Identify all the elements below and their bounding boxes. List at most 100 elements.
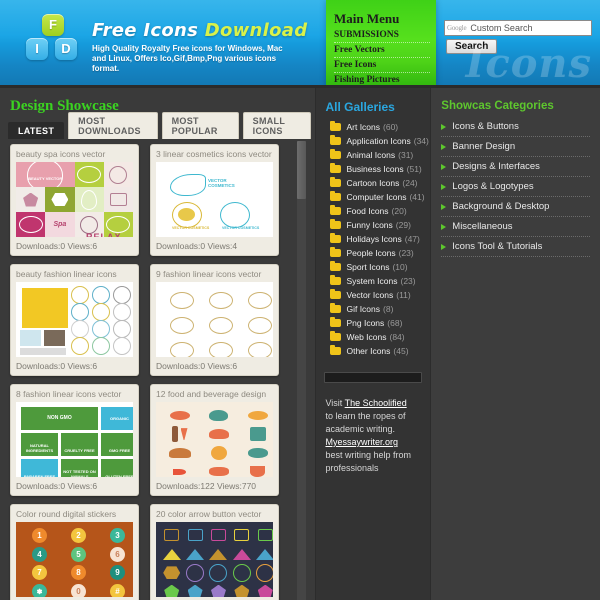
card-title: 20 color arrow button vector bbox=[156, 509, 262, 519]
category-item-designs-interfaces[interactable]: Designs & Interfaces bbox=[441, 157, 590, 177]
gallery-item-count: (68) bbox=[387, 318, 403, 328]
gallery-item-label: Other Icons bbox=[346, 346, 391, 356]
gallery-item-count: (51) bbox=[406, 164, 422, 174]
gallery-item-png-icons[interactable]: Png Icons (68) bbox=[316, 316, 430, 330]
gallery-grid: beauty spa icons vector BEAUTY VECTOR Sp… bbox=[0, 141, 308, 600]
gallery-card[interactable]: Color round digital stickers 1 2 3 4 5 6… bbox=[10, 504, 139, 600]
category-label: Designs & Interfaces bbox=[452, 161, 540, 172]
menu-item-free-icons[interactable]: Free Icons bbox=[334, 58, 430, 73]
gallery-item-label: Png Icons bbox=[346, 318, 385, 328]
tab-latest[interactable]: LATEST bbox=[8, 122, 65, 139]
folder-icon bbox=[330, 232, 342, 243]
gallery-item-label: Gif Icons bbox=[346, 304, 381, 314]
chevron-right-icon bbox=[441, 143, 447, 150]
gallery-item-count: (41) bbox=[409, 192, 425, 202]
gallery-item-count: (24) bbox=[402, 178, 418, 188]
gallery-card[interactable]: 9 fashion linear icons vector Downloads:… bbox=[150, 264, 279, 376]
search-button[interactable]: Search bbox=[446, 39, 498, 54]
chevron-right-icon bbox=[441, 123, 447, 130]
card-thumbnail: BEAUTY VECTOR Spa bbox=[16, 162, 133, 237]
gallery-item-count: (20) bbox=[391, 206, 407, 216]
gallery-item-count: (45) bbox=[393, 346, 409, 356]
ad-placeholder bbox=[324, 372, 423, 383]
gallery-item-computer-icons[interactable]: Computer Icons (41) bbox=[316, 190, 430, 204]
category-item-background-desktop[interactable]: Background & Desktop bbox=[441, 197, 590, 217]
tab-most-popular[interactable]: MOST POPULAR bbox=[161, 112, 239, 139]
scrollbar-thumb[interactable] bbox=[297, 141, 306, 199]
gallery-item-cartoon-icons[interactable]: Cartoon Icons (24) bbox=[316, 176, 430, 190]
promo-line4: best writing help from bbox=[325, 450, 412, 460]
promo-link-myessaywriter[interactable]: Myessaywriter.org bbox=[325, 437, 398, 447]
gallery-item-count: (60) bbox=[383, 122, 399, 132]
gallery-item-funny-icons[interactable]: Funny Icons (29) bbox=[316, 218, 430, 232]
category-label: Miscellaneous bbox=[452, 221, 513, 232]
gallery-item-label: Holidays Icons bbox=[346, 234, 402, 244]
brand-block: Free Icons Download High Quality Royalty… bbox=[92, 20, 307, 74]
card-title: Color round digital stickers bbox=[16, 509, 117, 519]
tab-most-downloads[interactable]: MOST DOWNLOADS bbox=[68, 112, 158, 139]
card-thumbnail bbox=[156, 402, 273, 477]
promo-line2: to learn the ropes of bbox=[325, 411, 406, 421]
gallery-item-animal-icons[interactable]: Animal Icons (31) bbox=[316, 148, 430, 162]
gallery-item-business-icons[interactable]: Business Icons (51) bbox=[316, 162, 430, 176]
gallery-item-art-icons[interactable]: Art Icons (60) bbox=[316, 120, 430, 134]
category-item-icons-buttons[interactable]: Icons & Buttons bbox=[441, 117, 590, 137]
gallery-item-people-icons[interactable]: People Icons (23) bbox=[316, 246, 430, 260]
card-thumbnail: NON GMO ORGANIC NATURAL INGREDIENTS CRUE… bbox=[16, 402, 133, 477]
gallery-card[interactable]: 20 color arrow button vector bbox=[150, 504, 279, 600]
gallery-item-sport-icons[interactable]: Sport Icons (10) bbox=[316, 260, 430, 274]
gallery-item-holidays-icons[interactable]: Holidays Icons (47) bbox=[316, 232, 430, 246]
brand-title: Free Icons Download bbox=[92, 20, 307, 41]
search-input[interactable]: Google Custom Search bbox=[444, 20, 592, 36]
category-item-icons-tool-tutorials[interactable]: Icons Tool & Tutorials bbox=[441, 237, 590, 257]
gallery-scrollbar[interactable] bbox=[297, 141, 306, 600]
category-item-logos-logotypes[interactable]: Logos & Logotypes bbox=[441, 177, 590, 197]
gallery-card[interactable]: 3 linear cosmetics icons vector VECTOR CO… bbox=[150, 144, 279, 256]
gallery-item-count: (23) bbox=[400, 276, 416, 286]
promo-prefix: Visit bbox=[325, 398, 345, 408]
folder-icon bbox=[330, 330, 342, 341]
chevron-right-icon bbox=[441, 163, 447, 170]
menu-item-free-vectors[interactable]: Free Vectors bbox=[334, 43, 430, 58]
gallery-item-vector-icons[interactable]: Vector Icons (11) bbox=[316, 288, 430, 302]
chevron-right-icon bbox=[441, 203, 447, 210]
folder-icon bbox=[330, 204, 342, 215]
promo-line3: academic writing. bbox=[325, 424, 395, 434]
galleries-list: Art Icons (60) Application Icons (34) Anim… bbox=[316, 120, 430, 358]
folder-icon bbox=[330, 162, 342, 173]
gallery-card[interactable]: beauty fashion linear icons Downloads:0 … bbox=[10, 264, 139, 376]
menu-item-submissions[interactable]: SUBMISSIONS bbox=[334, 28, 430, 43]
category-item-miscellaneous[interactable]: Miscellaneous bbox=[441, 217, 590, 237]
category-label: Banner Design bbox=[452, 141, 516, 152]
category-label: Icons & Buttons bbox=[452, 121, 519, 132]
folder-icon bbox=[330, 302, 342, 313]
chevron-right-icon bbox=[441, 183, 447, 190]
gallery-item-system-icons[interactable]: System Icons (23) bbox=[316, 274, 430, 288]
gallery-card[interactable]: 8 fashion linear icons vector NON GMO OR… bbox=[10, 384, 139, 496]
gallery-card[interactable]: 12 food and beverage design Downloads:12… bbox=[150, 384, 279, 496]
gallery-item-count: (31) bbox=[398, 150, 414, 160]
card-meta: Downloads:0 Views:6 bbox=[16, 241, 98, 251]
logo-tile-d: D bbox=[55, 38, 77, 60]
gallery-item-web-icons[interactable]: Web Icons (84) bbox=[316, 330, 430, 344]
gallery-card[interactable]: beauty spa icons vector BEAUTY VECTOR Sp… bbox=[10, 144, 139, 256]
category-label: Logos & Logotypes bbox=[452, 181, 534, 192]
folder-icon bbox=[330, 274, 342, 285]
page-root: F I D Free Icons Download High Quality R… bbox=[0, 0, 600, 600]
gallery-item-count: (84) bbox=[389, 332, 405, 342]
search-widget: Google Custom Search Search bbox=[444, 20, 592, 54]
gallery-item-gif-icons[interactable]: Gif Icons (8) bbox=[316, 302, 430, 316]
card-title: 12 food and beverage design bbox=[156, 389, 267, 399]
tab-small-icons[interactable]: SMALL ICONS bbox=[242, 112, 312, 139]
promo-link-schoolified[interactable]: The Schoolified bbox=[345, 398, 407, 408]
gallery-item-other-icons[interactable]: Other Icons (45) bbox=[316, 344, 430, 358]
gallery-item-application-icons[interactable]: Application Icons (34) bbox=[316, 134, 430, 148]
gallery-item-count: (10) bbox=[392, 262, 408, 272]
card-meta: Downloads:0 Views:6 bbox=[156, 361, 238, 371]
category-item-banner-design[interactable]: Banner Design bbox=[441, 137, 590, 157]
gallery-item-label: Food Icons bbox=[346, 206, 389, 216]
site-logo[interactable]: F I D bbox=[22, 12, 84, 70]
site-header: F I D Free Icons Download High Quality R… bbox=[0, 0, 600, 88]
gallery-item-food-icons[interactable]: Food Icons (20) bbox=[316, 204, 430, 218]
card-title: beauty spa icons vector bbox=[16, 149, 106, 159]
